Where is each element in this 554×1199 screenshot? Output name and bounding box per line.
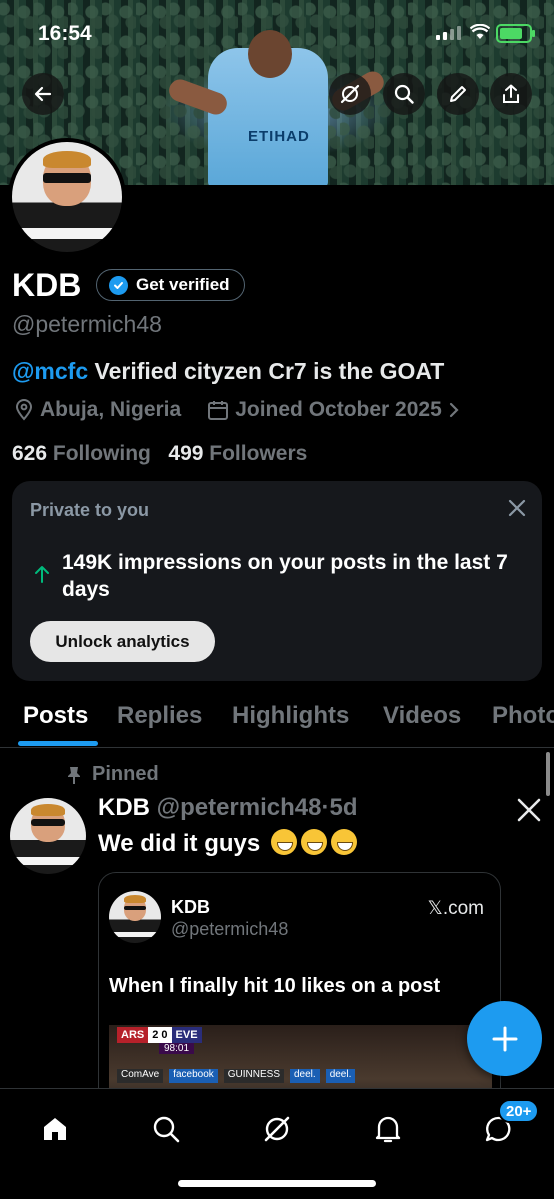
profile-meta: Abuja, Nigeria Joined October 2025 bbox=[14, 398, 460, 422]
grinning-emoji-icon bbox=[300, 829, 327, 855]
nav-grok[interactable] bbox=[259, 1111, 295, 1147]
status-bar: 16:54 bbox=[0, 0, 554, 64]
match-score: 2 0 bbox=[148, 1027, 172, 1043]
private-card-title: Private to you bbox=[30, 500, 150, 520]
notifications-icon bbox=[375, 1116, 401, 1143]
nav-search[interactable] bbox=[148, 1111, 184, 1147]
ad-board: facebook bbox=[169, 1069, 218, 1083]
tab-photos[interactable]: Photo bbox=[492, 702, 554, 730]
search-icon bbox=[153, 1116, 180, 1143]
back-button[interactable] bbox=[22, 73, 64, 115]
post-body: We did it guys bbox=[98, 830, 261, 857]
share-button[interactable] bbox=[490, 73, 532, 115]
ad-board: deel. bbox=[290, 1069, 320, 1083]
plus-icon bbox=[492, 1026, 517, 1051]
bio-mention-link[interactable]: @mcfc bbox=[12, 358, 88, 384]
grinning-emoji-icon bbox=[270, 829, 297, 855]
bio-text: Verified cityzen Cr7 is the GOAT bbox=[88, 358, 445, 384]
pencil-icon bbox=[450, 86, 466, 102]
impressions-message: 149K impressions on your posts in the la… bbox=[62, 551, 508, 601]
trend-up-icon bbox=[34, 565, 50, 588]
pinned-indicator: Pinned bbox=[66, 763, 159, 786]
stadium-ads: ComAve facebook GUINNESS deel. deel. bbox=[117, 1069, 492, 1083]
grok-icon bbox=[264, 1116, 290, 1142]
away-team: EVE bbox=[171, 1027, 202, 1043]
quoted-author-name: KDB bbox=[171, 897, 210, 917]
grok-button[interactable] bbox=[329, 73, 371, 115]
following-link[interactable]: 626 Following bbox=[12, 442, 151, 465]
close-icon bbox=[508, 499, 526, 517]
post-header: KDB @petermich48·5d bbox=[98, 794, 358, 822]
x-logo-icon bbox=[516, 797, 542, 830]
ad-board: deel. bbox=[325, 1069, 356, 1083]
edit-button[interactable] bbox=[437, 73, 479, 115]
ad-board: GUINNESS bbox=[223, 1069, 284, 1083]
profile-avatar[interactable] bbox=[8, 138, 126, 256]
pin-icon bbox=[68, 766, 80, 784]
post-author-avatar[interactable] bbox=[10, 798, 86, 874]
profile-name: KDB bbox=[12, 267, 82, 303]
banner-sponsor-text: ETIHAD bbox=[248, 128, 310, 145]
messages-badge: 20+ bbox=[498, 1099, 540, 1123]
following-count: 626 bbox=[12, 442, 48, 465]
tab-highlights[interactable]: Highlights bbox=[232, 702, 349, 730]
search-button[interactable] bbox=[383, 73, 425, 115]
post-author-handle[interactable]: @petermich48 bbox=[157, 794, 322, 821]
wifi-icon bbox=[469, 23, 491, 45]
quoted-post-card[interactable]: KDB @petermich48 𝕏.com When I finally hi… bbox=[98, 872, 501, 1112]
home-indicator[interactable] bbox=[178, 1180, 376, 1187]
get-verified-button[interactable]: Get verified bbox=[96, 269, 245, 301]
quoted-author-avatar bbox=[109, 891, 161, 943]
nav-notifications[interactable] bbox=[370, 1111, 406, 1147]
following-label: Following bbox=[52, 442, 151, 465]
post-time: 5d bbox=[329, 794, 358, 821]
status-time: 16:54 bbox=[38, 22, 92, 45]
battery-icon bbox=[496, 24, 535, 43]
avatar-image bbox=[12, 142, 122, 252]
calendar-icon bbox=[208, 401, 229, 420]
get-verified-label: Get verified bbox=[136, 275, 230, 294]
followers-count: 499 bbox=[168, 442, 204, 465]
active-tab-indicator bbox=[18, 741, 98, 746]
post-author-name[interactable]: KDB bbox=[98, 794, 150, 821]
share-icon bbox=[503, 84, 519, 103]
grok-icon bbox=[340, 84, 360, 104]
match-clock: 98:01 bbox=[159, 1043, 195, 1054]
chevron-right-icon[interactable] bbox=[448, 401, 460, 419]
grinning-emoji-icon bbox=[330, 829, 357, 855]
location-icon bbox=[15, 399, 33, 421]
followers-link[interactable]: 499 Followers bbox=[168, 442, 307, 465]
search-icon bbox=[394, 84, 414, 104]
quoted-author-handle: @petermich48 bbox=[171, 919, 289, 939]
signal-icon bbox=[436, 26, 461, 40]
nav-home[interactable] bbox=[37, 1111, 73, 1147]
profile-handle: @petermich48 bbox=[12, 311, 162, 337]
post-text: We did it guys bbox=[98, 829, 357, 858]
private-analytics-card: Private to you 149K impressions on your … bbox=[12, 481, 542, 681]
pinned-label: Pinned bbox=[92, 763, 159, 785]
profile-joined[interactable]: Joined October 2025 bbox=[235, 398, 442, 422]
match-scoreboard: ARS 2 0 EVE bbox=[117, 1027, 202, 1043]
verified-badge-icon bbox=[109, 275, 128, 295]
quoted-post-text: When I finally hit 10 likes on a post bbox=[109, 975, 441, 997]
quoted-domain: 𝕏.com bbox=[427, 898, 484, 919]
compose-post-button[interactable] bbox=[467, 1001, 542, 1076]
home-team: ARS bbox=[117, 1027, 149, 1043]
close-card-button[interactable] bbox=[508, 499, 526, 522]
profile-bio: @mcfc Verified cityzen Cr7 is the GOAT bbox=[12, 358, 444, 385]
ad-board: ComAve bbox=[117, 1069, 164, 1083]
home-icon bbox=[44, 1118, 66, 1140]
tab-videos[interactable]: Videos bbox=[383, 702, 461, 730]
tab-replies[interactable]: Replies bbox=[117, 702, 202, 730]
arrow-left-icon bbox=[34, 86, 52, 102]
followers-label: Followers bbox=[209, 442, 308, 465]
unlock-analytics-button[interactable]: Unlock analytics bbox=[30, 621, 215, 662]
follow-stats: 626 Following 499 Followers bbox=[12, 442, 307, 466]
scrollbar[interactable] bbox=[546, 752, 550, 796]
profile-location: Abuja, Nigeria bbox=[40, 398, 182, 421]
tab-posts[interactable]: Posts bbox=[23, 702, 88, 730]
